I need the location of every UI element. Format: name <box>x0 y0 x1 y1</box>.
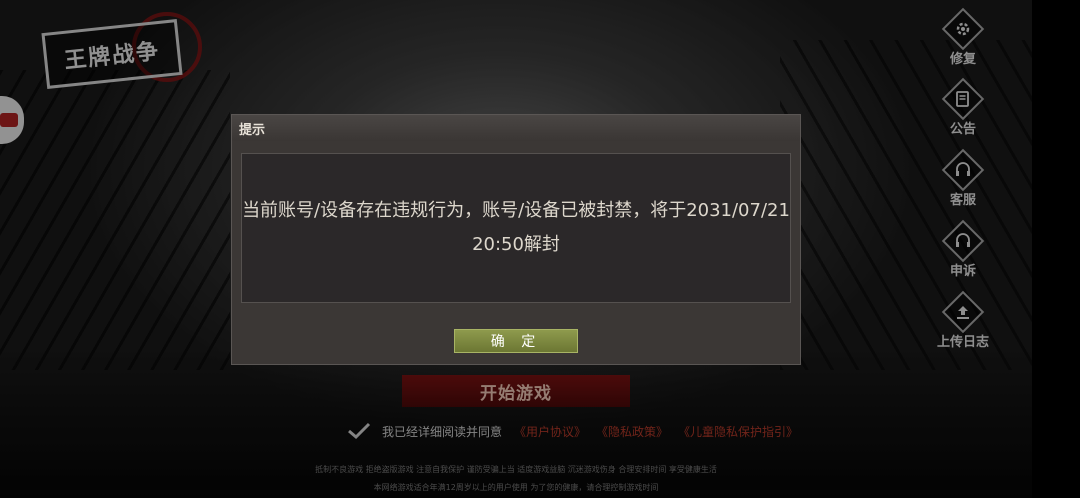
dialog-body: 当前账号/设备存在违规行为，账号/设备已被封禁，将于2031/07/21 20:… <box>241 153 791 303</box>
screen-edge <box>1032 0 1080 498</box>
dialog-title: 提示 <box>239 122 266 138</box>
dialog-message: 当前账号/设备存在违规行为，账号/设备已被封禁，将于2031/07/21 20:… <box>242 200 790 255</box>
ban-notice-dialog: 提示 当前账号/设备存在违规行为，账号/设备已被封禁，将于2031/07/21 … <box>231 114 801 365</box>
dialog-header: 提示 <box>232 115 800 141</box>
confirm-button[interactable]: 确 定 <box>454 329 578 353</box>
